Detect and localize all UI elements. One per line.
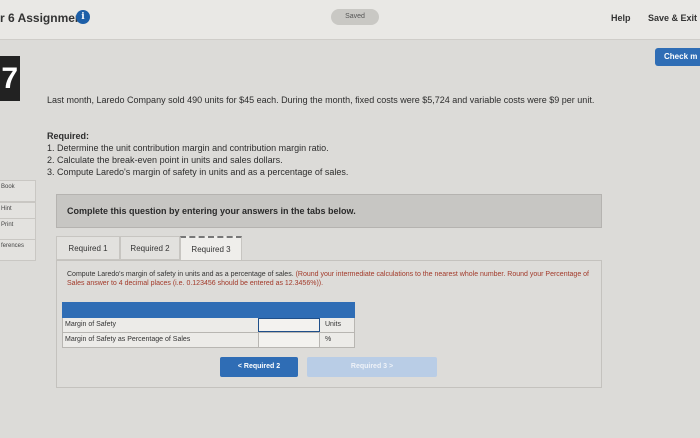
row-unit: Units [325, 321, 341, 328]
row-label-margin-of-safety-percent: Margin of Safety as Percentage of Sales [65, 336, 191, 343]
help-button[interactable]: Help [611, 13, 631, 23]
required-item: 2. Calculate the break-even point in uni… [47, 155, 283, 165]
problem-statement: Last month, Laredo Company sold 490 unit… [47, 95, 595, 105]
tab-required-3[interactable]: Required 3 [180, 236, 242, 260]
tab-required-1[interactable]: Required 1 [56, 236, 120, 260]
next-required-button[interactable]: Required 3 > [307, 357, 437, 377]
info-icon[interactable]: i [76, 10, 90, 24]
required-heading: Required: [47, 131, 90, 141]
answer-table: Margin of Safety Units Margin of Safety … [62, 302, 355, 348]
save-exit-button[interactable]: Save & Exit [648, 13, 697, 23]
instructions-bar: Complete this question by entering your … [56, 194, 602, 228]
nav-references[interactable]: ferences [0, 239, 36, 261]
check-my-work-button[interactable]: Check m [655, 48, 700, 66]
required-list: Required: 1. Determine the unit contribu… [47, 130, 547, 178]
panel-instructions: Compute Laredo's margin of safety in uni… [67, 270, 597, 288]
previous-required-button[interactable]: < Required 2 [220, 357, 298, 377]
required-item: 1. Determine the unit contribution margi… [47, 143, 329, 153]
margin-of-safety-percent-input[interactable] [258, 333, 320, 347]
nav-print[interactable]: Print [0, 218, 36, 240]
required-item: 3. Compute Laredo's margin of safety in … [47, 167, 349, 177]
instruction-main: Compute Laredo's margin of safety in uni… [67, 271, 294, 278]
row-unit: % [325, 336, 332, 343]
question-number: 7 [0, 56, 20, 101]
row-label-margin-of-safety: Margin of Safety [65, 321, 116, 328]
nav-book[interactable]: Book [0, 180, 36, 202]
top-bar: r 6 Assignment i Saved Help Save & Exit [0, 0, 700, 40]
tab-required-2[interactable]: Required 2 [120, 236, 180, 260]
table-row: Margin of Safety as Percentage of Sales … [62, 333, 355, 348]
table-header [62, 302, 355, 318]
assignment-title: r 6 Assignment [0, 11, 87, 25]
saved-status-badge: Saved [331, 9, 379, 25]
answer-panel: Compute Laredo's margin of safety in uni… [56, 260, 602, 388]
margin-of-safety-units-input[interactable] [258, 318, 320, 332]
table-row: Margin of Safety Units [62, 318, 355, 333]
